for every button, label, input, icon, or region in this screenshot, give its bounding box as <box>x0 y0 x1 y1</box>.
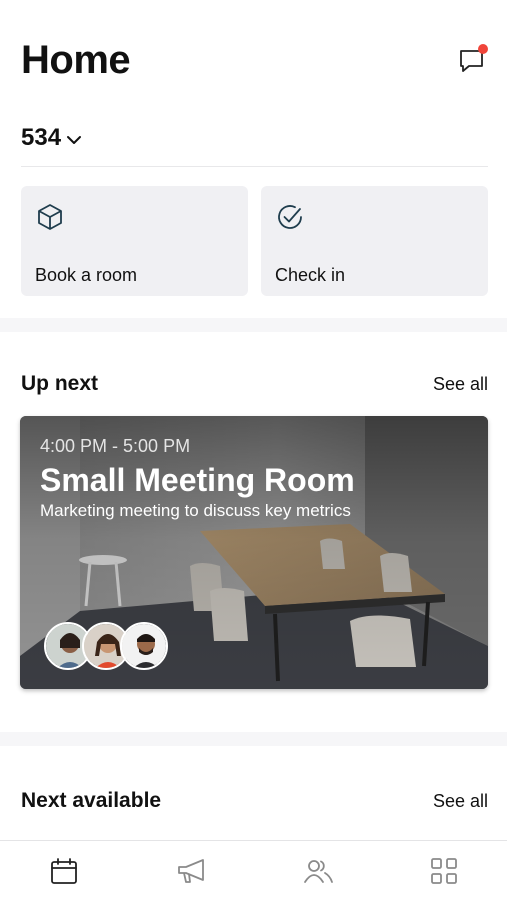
check-in-label: Check in <box>275 265 346 285</box>
calendar-icon <box>51 858 77 884</box>
chevron-down-icon <box>67 135 82 144</box>
people-icon <box>304 860 333 883</box>
book-room-label: Book a room <box>35 265 138 285</box>
attendee-avatars <box>44 622 174 670</box>
divider <box>21 166 488 167</box>
next-available-header: Next available See all <box>21 789 488 813</box>
meeting-card[interactable]: 4:00 PM - 5:00 PM Small Meeting Room Mar… <box>20 416 488 689</box>
avatar <box>120 622 168 670</box>
book-room-tile[interactable]: Book a room <box>21 186 248 296</box>
section-separator <box>0 732 507 746</box>
check-circle-icon <box>278 205 302 229</box>
up-next-see-all-link[interactable]: See all <box>433 374 488 395</box>
building-label: 534 <box>21 124 62 151</box>
building-selector[interactable]: 534 <box>21 124 83 152</box>
chat-button[interactable] <box>456 44 488 76</box>
meeting-room-name: Small Meeting Room <box>40 462 355 498</box>
section-separator <box>0 318 507 332</box>
up-next-header: Up next See all <box>21 372 488 396</box>
next-available-title: Next available <box>21 789 162 812</box>
tab-apps[interactable] <box>428 855 460 887</box>
next-available-see-all-link[interactable]: See all <box>433 791 488 812</box>
notification-badge <box>478 44 488 54</box>
meeting-subject: Marketing meeting to discuss key metrics <box>40 501 351 520</box>
tab-people[interactable] <box>302 855 334 887</box>
tab-calendar[interactable] <box>48 855 80 887</box>
cube-icon <box>38 204 62 230</box>
tab-bar <box>0 840 507 900</box>
check-in-tile[interactable]: Check in <box>261 186 488 296</box>
apps-grid-icon <box>431 858 457 884</box>
up-next-title: Up next <box>21 372 99 395</box>
tab-announcements[interactable] <box>175 855 207 887</box>
meeting-time: 4:00 PM - 5:00 PM <box>40 436 191 456</box>
header: Home <box>21 38 488 84</box>
page-title: Home <box>21 38 131 82</box>
megaphone-icon <box>178 859 204 883</box>
